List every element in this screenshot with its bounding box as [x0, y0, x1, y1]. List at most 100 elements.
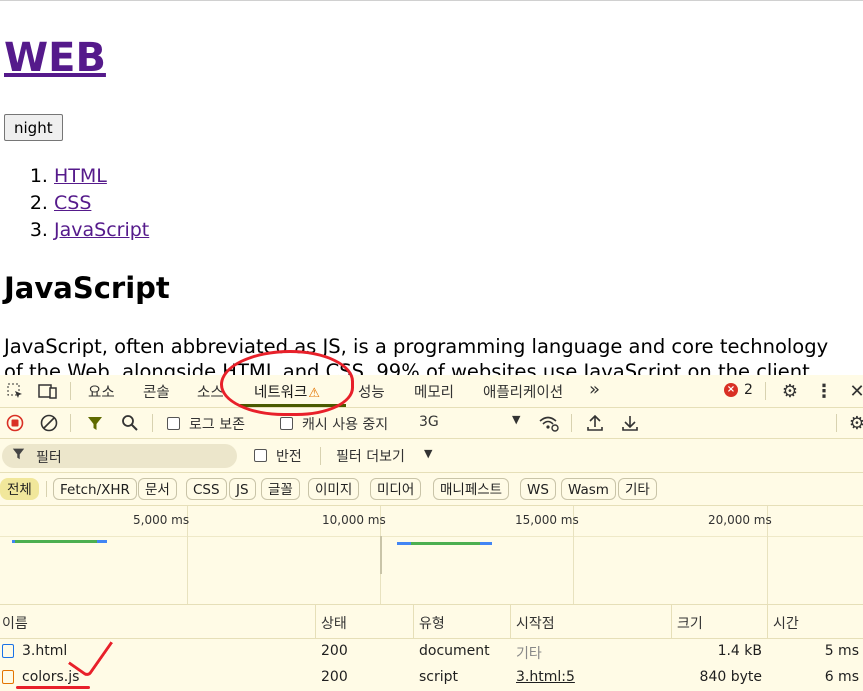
list-item: JavaScript: [54, 217, 149, 244]
disable-cache-label: 캐시 사용 중지: [302, 417, 389, 433]
disable-cache-checkbox[interactable]: [280, 417, 293, 430]
filter-row: 필터 반전 필터 더보기 ▼: [0, 439, 863, 473]
network-settings-icon[interactable]: ⚙: [845, 411, 863, 435]
error-count: 2: [744, 382, 753, 398]
tab-network-label: 네트워크: [254, 385, 308, 401]
request-initiator-link[interactable]: 3.html:5: [516, 669, 575, 685]
column-header-time[interactable]: 시간: [773, 613, 799, 633]
request-time: 5 ms: [824, 643, 859, 659]
request-name: colors.js: [22, 669, 80, 685]
section-heading: JavaScript: [4, 271, 170, 305]
settings-gear-icon[interactable]: ⚙: [778, 379, 802, 403]
type-filter-doc[interactable]: 문서: [138, 478, 177, 500]
document-file-icon: [2, 644, 14, 658]
column-header-size[interactable]: 크기: [677, 613, 703, 633]
tab-sources[interactable]: 소스: [197, 381, 224, 402]
type-filter-fetch-xhr[interactable]: Fetch/XHR: [53, 478, 137, 500]
request-size: 840 byte: [699, 669, 762, 685]
request-time: 6 ms: [824, 669, 859, 685]
requests-table-header: 이름 상태 유형 시작점 크기 시간: [0, 604, 863, 639]
timeline-request-bar: [12, 540, 107, 543]
filter-placeholder: 필터: [36, 450, 62, 466]
night-button[interactable]: night: [4, 114, 63, 141]
web-page: WEB night HTML CSS JavaScript JavaScript…: [0, 0, 863, 375]
tab-performance[interactable]: 성능: [358, 381, 385, 402]
more-filters-button[interactable]: 필터 더보기: [336, 446, 405, 466]
device-toolbar-icon[interactable]: [36, 379, 60, 403]
network-overview-timeline[interactable]: 5,000 ms 10,000 ms 15,000 ms 20,000 ms: [0, 506, 863, 604]
list-item: CSS: [54, 190, 149, 217]
timeline-tick: 20,000 ms: [708, 513, 772, 527]
preserve-log-checkbox[interactable]: [167, 417, 180, 430]
type-filter-media[interactable]: 미디어: [370, 478, 422, 500]
table-row[interactable]: 3.html 200 document 기타 1.4 kB 5 ms: [0, 639, 863, 665]
column-header-name[interactable]: 이름: [2, 613, 28, 633]
invert-label: 반전: [276, 449, 302, 465]
timeline-tick: 5,000 ms: [133, 513, 190, 527]
table-row[interactable]: colors.js 200 script 3.html:5 840 byte 6…: [0, 665, 863, 691]
link-css[interactable]: CSS: [54, 192, 91, 214]
tab-application[interactable]: 애플리케이션: [483, 381, 563, 402]
page-heading-link[interactable]: WEB: [4, 35, 106, 81]
error-icon: ×: [724, 383, 738, 397]
type-filter-manifest[interactable]: 매니페스트: [433, 478, 510, 500]
close-devtools-icon[interactable]: ✕: [845, 379, 863, 403]
type-filter-wasm[interactable]: Wasm: [561, 478, 616, 500]
request-size: 1.4 kB: [717, 643, 762, 659]
import-har-icon[interactable]: [583, 411, 607, 435]
annotation-underline: [16, 686, 90, 689]
more-filters-dropdown-icon[interactable]: ▼: [424, 447, 432, 460]
preserve-log-label: 로그 보존: [189, 417, 245, 433]
devtools-panel: 요소 콘솔 소스 네트워크⚠ 성능 메모리 애플리케이션 » × 2 ⚙ ⋮ ✕: [0, 375, 863, 691]
clear-icon[interactable]: [37, 411, 61, 435]
network-conditions-icon[interactable]: [537, 411, 561, 435]
warning-icon: ⚠: [308, 386, 321, 401]
type-filter-all[interactable]: 전체: [0, 478, 39, 500]
section-paragraph: JavaScript, often abbreviated as JS, is …: [4, 335, 829, 375]
network-toolbar: 로그 보존 캐시 사용 중지 3G ▼ ⚙: [0, 408, 863, 439]
invert-checkbox[interactable]: [254, 449, 267, 462]
inspect-element-icon[interactable]: [3, 379, 27, 403]
tab-elements[interactable]: 요소: [88, 381, 115, 402]
error-count-badge[interactable]: × 2: [724, 382, 753, 398]
tab-network[interactable]: 네트워크⚠: [254, 381, 320, 402]
type-filter-ws[interactable]: WS: [520, 478, 556, 500]
search-icon[interactable]: [118, 411, 142, 435]
request-initiator: 기타: [516, 646, 542, 662]
filter-icon[interactable]: [83, 411, 107, 435]
type-filter-other[interactable]: 기타: [618, 478, 657, 500]
tab-console[interactable]: 콘솔: [143, 381, 170, 402]
filter-input[interactable]: 필터: [2, 444, 237, 468]
type-filter-js[interactable]: JS: [229, 478, 256, 500]
timeline-request-bar: [397, 542, 492, 545]
request-status: 200: [321, 643, 348, 659]
column-header-initiator[interactable]: 시작점: [516, 613, 555, 633]
request-status: 200: [321, 669, 348, 685]
filter-funnel-icon: [12, 447, 25, 464]
request-type: document: [419, 643, 490, 659]
column-header-status[interactable]: 상태: [321, 613, 347, 633]
throttling-select[interactable]: 3G: [419, 414, 439, 430]
timeline-tick: 15,000 ms: [515, 513, 579, 527]
export-har-icon[interactable]: [618, 411, 642, 435]
type-filter-css[interactable]: CSS: [186, 478, 227, 500]
request-type: script: [419, 669, 459, 685]
stop-recording-icon[interactable]: [3, 411, 27, 435]
script-file-icon: [2, 670, 14, 684]
tab-memory[interactable]: 메모리: [414, 381, 454, 402]
type-filter-img[interactable]: 이미지: [308, 478, 360, 500]
resource-type-filters: 전체 Fetch/XHR 문서 CSS JS 글꼴 이미지 미디어 매니페스트 …: [0, 473, 863, 506]
type-filter-font[interactable]: 글꼴: [261, 478, 300, 500]
timeline-tick: 10,000 ms: [322, 513, 386, 527]
active-tab-indicator: [240, 404, 346, 407]
devtools-tab-bar: 요소 콘솔 소스 네트워크⚠ 성능 메모리 애플리케이션 » × 2 ⚙ ⋮ ✕: [0, 375, 863, 408]
link-html[interactable]: HTML: [54, 165, 107, 187]
link-javascript[interactable]: JavaScript: [54, 219, 149, 241]
list-item: HTML: [54, 163, 149, 190]
throttling-dropdown-icon[interactable]: ▼: [512, 413, 520, 426]
request-name: 3.html: [22, 643, 68, 659]
nav-list: HTML CSS JavaScript: [32, 163, 149, 244]
column-header-type[interactable]: 유형: [419, 613, 445, 633]
more-tabs-icon[interactable]: »: [589, 379, 600, 400]
more-options-icon[interactable]: ⋮: [812, 379, 836, 403]
